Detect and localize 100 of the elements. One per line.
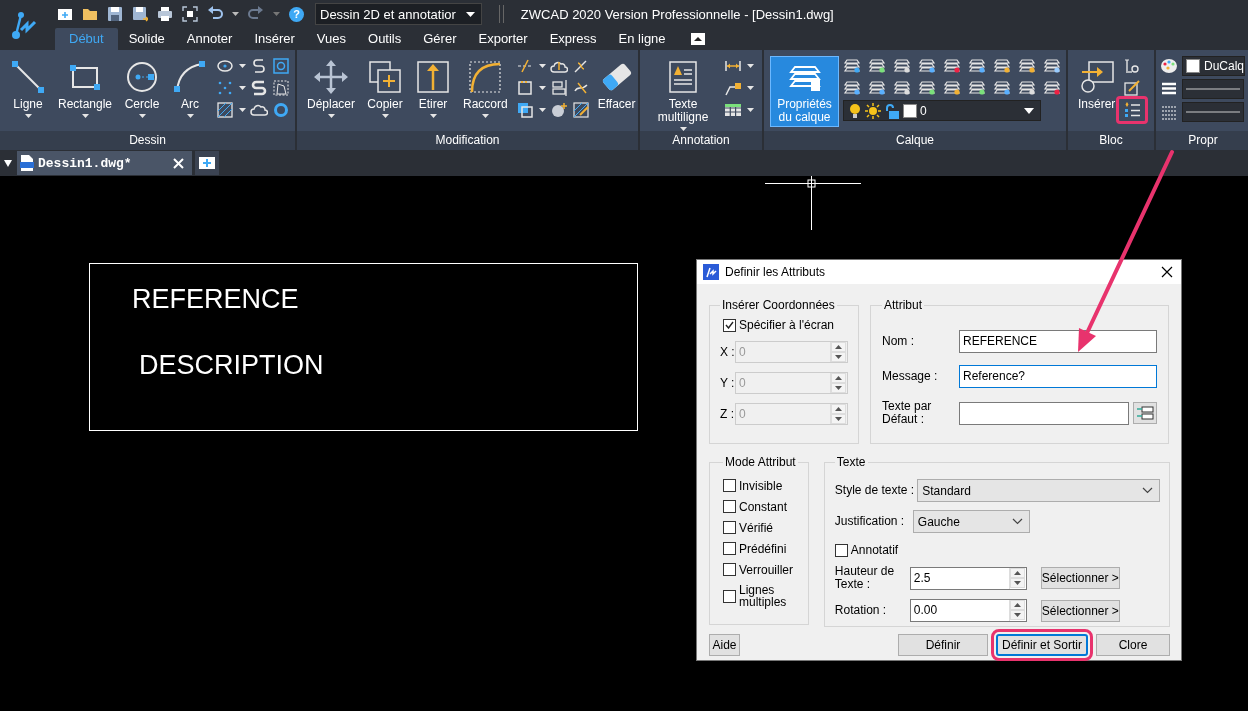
layer-icon[interactable]: [943, 78, 961, 96]
ribbon-button[interactable]: Déplacer: [303, 56, 360, 121]
caret-icon[interactable]: [186, 114, 194, 118]
checkbox[interactable]: [723, 521, 736, 534]
caret-icon[interactable]: [239, 64, 247, 68]
ribbon-tab[interactable]: Insérer: [243, 28, 306, 50]
save-as-icon[interactable]: [132, 6, 148, 22]
dashed-square-icon[interactable]: [272, 79, 291, 97]
hatch-edit-icon[interactable]: [571, 101, 590, 119]
caret-icon[interactable]: [138, 114, 146, 118]
number-field[interactable]: 2.5: [909, 566, 1027, 590]
squares-icon[interactable]: [515, 101, 534, 119]
ribbon-button[interactable]: Insérer: [1074, 56, 1120, 114]
caret-icon[interactable]: [538, 108, 546, 112]
new-tab-button[interactable]: [195, 151, 219, 175]
property-dropdown[interactable]: DuCalq: [1182, 56, 1246, 76]
caret-icon[interactable]: [381, 114, 389, 118]
ribbon-tab[interactable]: Outils: [357, 28, 413, 50]
caret-icon[interactable]: [747, 64, 754, 68]
layer-icon[interactable]: [918, 78, 936, 96]
dropdown[interactable]: Standard: [917, 479, 1160, 502]
spinner-icon[interactable]: [1009, 567, 1025, 588]
caret-icon[interactable]: [24, 114, 32, 118]
select-button[interactable]: Sélectionner >: [1040, 599, 1120, 622]
layer-icon[interactable]: [1018, 78, 1036, 96]
checkbox[interactable]: [723, 318, 736, 332]
document-tab[interactable]: Dessin1.dwg*: [17, 151, 192, 175]
ribbon-button[interactable]: Cercle: [120, 56, 165, 121]
redo-icon[interactable]: [248, 6, 264, 22]
save-icon[interactable]: [107, 6, 123, 22]
caret-icon[interactable]: [239, 108, 247, 112]
ribbon-button[interactable]: Etirer: [411, 56, 456, 121]
dialog-button[interactable]: Clore: [1096, 634, 1170, 656]
ribbon-tab[interactable]: En ligne: [607, 28, 677, 50]
dashed-line-icon[interactable]: [515, 57, 534, 75]
dropdown[interactable]: Gauche: [912, 510, 1030, 533]
layer-icon[interactable]: [968, 78, 986, 96]
list-icon[interactable]: [1123, 101, 1142, 119]
layer-icon[interactable]: [868, 78, 886, 96]
sphere-icon[interactable]: [549, 101, 568, 119]
workspace-dropdown[interactable]: Dessin 2D et annotatior: [315, 3, 482, 25]
ribbon-button[interactable]: Copier: [363, 56, 408, 121]
layer-icon[interactable]: [893, 56, 911, 74]
ribbon-button[interactable]: Raccord: [459, 56, 512, 121]
spinner-icon[interactable]: [1009, 600, 1025, 620]
new-file-icon[interactable]: [57, 6, 73, 22]
ribbon-tab[interactable]: Solide: [117, 28, 176, 50]
checkbox[interactable]: [723, 589, 736, 603]
caret-icon[interactable]: [429, 114, 437, 118]
caret-icon[interactable]: [327, 114, 335, 118]
text-field[interactable]: [959, 401, 1129, 425]
insert-field-button[interactable]: [1133, 402, 1157, 424]
checkbox[interactable]: [723, 542, 736, 555]
zoom-extents-icon[interactable]: [182, 6, 198, 22]
caret-icon[interactable]: [239, 86, 247, 90]
caret-icon[interactable]: [81, 114, 89, 118]
table-icon[interactable]: [724, 101, 742, 119]
caret-icon[interactable]: [4, 159, 12, 167]
layer-icon[interactable]: [843, 56, 861, 74]
text-field[interactable]: Reference?: [959, 365, 1157, 388]
block-icon[interactable]: [1123, 57, 1142, 75]
layer-icon[interactable]: [1043, 78, 1061, 96]
layer-icon[interactable]: [893, 78, 911, 96]
checkbox[interactable]: [723, 479, 736, 492]
number-field[interactable]: 0.00: [909, 599, 1027, 622]
select-button[interactable]: Sélectionner >: [1040, 567, 1120, 589]
ellipse-icon[interactable]: [216, 57, 235, 75]
ribbon-tab[interactable]: Exporter: [467, 28, 539, 50]
hatch-icon[interactable]: [216, 101, 235, 119]
caret-icon[interactable]: [538, 64, 546, 68]
caret-icon[interactable]: [747, 108, 754, 112]
checkbox[interactable]: [723, 500, 736, 513]
caret-icon[interactable]: [481, 114, 489, 118]
ribbon-button[interactable]: Arc: [168, 56, 213, 121]
layer-icon[interactable]: [843, 78, 861, 96]
undo-icon[interactable]: [207, 6, 223, 22]
ribbon-tab[interactable]: Express: [538, 28, 608, 50]
property-dropdown[interactable]: [1182, 102, 1244, 122]
layer-icon[interactable]: [868, 56, 886, 74]
collapse-icon[interactable]: [690, 33, 705, 45]
ribbon-button[interactable]: Propriétés du calque: [770, 56, 839, 127]
checkbox[interactable]: [834, 543, 848, 557]
s-curve-icon[interactable]: [250, 79, 269, 97]
caret-icon[interactable]: [747, 86, 754, 90]
layer-icon[interactable]: [918, 56, 936, 74]
ribbon-tab[interactable]: Vues: [305, 28, 357, 50]
ring-icon[interactable]: [272, 101, 291, 119]
ribbon-tab[interactable]: Début: [55, 28, 118, 50]
property-dropdown[interactable]: [1182, 79, 1244, 99]
layer-icon[interactable]: [1043, 56, 1061, 74]
dialog-button[interactable]: Aide: [709, 634, 740, 656]
layer-icon[interactable]: [993, 78, 1011, 96]
layer-icon[interactable]: [1018, 56, 1036, 74]
ribbon-button[interactable]: Ligne: [6, 56, 50, 121]
folder-icon[interactable]: [82, 6, 98, 22]
close-icon[interactable]: [1161, 266, 1173, 278]
layer-icon[interactable]: [943, 56, 961, 74]
ribbon-tab[interactable]: Annoter: [175, 28, 244, 50]
text-field[interactable]: REFERENCE: [959, 330, 1157, 353]
layer-icon[interactable]: [968, 56, 986, 74]
